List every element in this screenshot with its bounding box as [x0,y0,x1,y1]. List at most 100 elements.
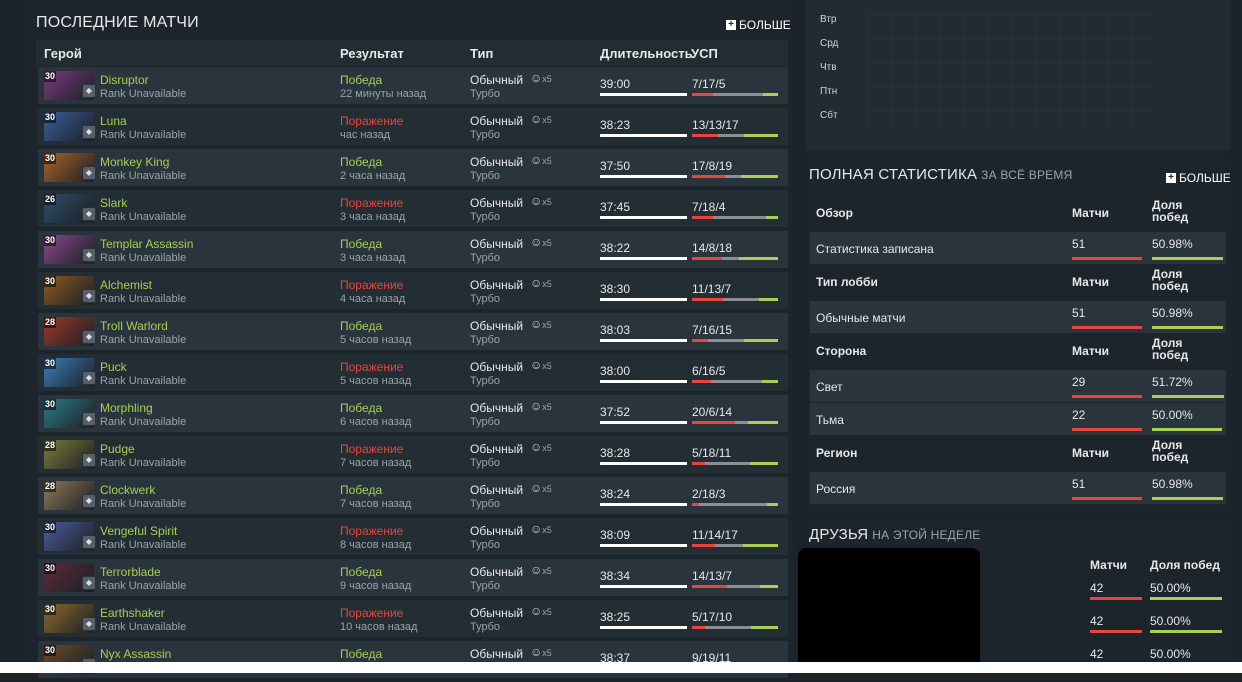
kda-kills-bar [692,462,705,465]
match-row[interactable]: 30 ◆ Earthshaker Rank Unavailable Пораже… [38,600,788,637]
hero-rank: Rank Unavailable [100,293,187,305]
hero-name-link[interactable]: Disruptor [100,73,149,87]
match-result[interactable]: Победа [340,401,382,415]
hero-name-link[interactable]: Clockwerk [100,483,155,497]
hero-name-link[interactable]: Nyx Assassin [100,647,171,661]
game-mode: Турбо [470,621,501,633]
match-result[interactable]: Поражение [340,606,403,620]
hero-name-link[interactable]: Templar Assassin [100,237,193,251]
col-kda[interactable]: УСП [691,46,718,61]
duration-bar [600,544,687,547]
match-row[interactable]: 30 ◆ Alchemist Rank Unavailable Поражени… [38,272,788,309]
match-row[interactable]: 28 ◆ Pudge Rank Unavailable Поражение 7 … [38,436,788,473]
hero-name-link[interactable]: Pudge [100,442,135,456]
hero-rank: Rank Unavailable [100,334,187,346]
hero-name-link[interactable]: Terrorblade [100,565,161,579]
match-result[interactable]: Поражение [340,442,403,456]
match-duration: 38:25 [600,610,631,624]
match-row[interactable]: 26 ◆ Slark Rank Unavailable Поражение 3 … [38,190,788,227]
hero-name-link[interactable]: Troll Warlord [100,319,168,333]
match-row[interactable]: 30 ◆ Luna Rank Unavailable Поражение час… [38,108,788,145]
match-row[interactable]: 30 ◆ Morphling Rank Unavailable Победа 6… [38,395,788,432]
hero-name-link[interactable]: Earthshaker [100,606,165,620]
match-row[interactable]: 30 ◆ Monkey King Rank Unavailable Победа… [38,149,788,186]
match-result[interactable]: Поражение [340,360,403,374]
match-result[interactable]: Поражение [340,278,403,292]
game-mode: Турбо [470,580,501,592]
stats-section-header: Тип лобби Матчи Доля побед [810,265,1226,297]
stats-title: ПОЛНАЯ СТАТИСТИКА ЗА ВСЁ ВРЕМЯ [809,166,1072,183]
role-icon: ◆ [82,84,96,98]
match-row[interactable]: 30 ◆ Disruptor Rank Unavailable Победа 2… [38,67,788,104]
kda-assists-bar [747,421,778,424]
match-result[interactable]: Поражение [340,114,403,128]
day-label: Сбт [820,110,838,121]
kda-assists-bar [743,544,778,547]
party-size: x5 [542,607,552,617]
match-row[interactable]: 30 ◆ Puck Rank Unavailable Поражение 5 ч… [38,354,788,391]
col-duration[interactable]: Длительность [600,46,693,61]
match-row[interactable]: 30 ◆ Vengeful Spirit Rank Unavailable По… [38,518,788,555]
stat-winrate: 50.00% [1152,408,1193,422]
col-winrate: Доля побед [1152,438,1189,464]
kda-bar [692,134,778,137]
kda-bar [692,93,778,96]
hero-name-link[interactable]: Puck [100,360,127,374]
party-icon: ☺x5 [530,71,552,85]
match-result[interactable]: Победа [340,155,382,169]
match-duration: 37:45 [600,200,631,214]
stats-more-button[interactable]: + БОЛЬШЕ [1166,171,1231,185]
kda-assists-bar [763,93,778,96]
match-result[interactable]: Поражение [340,196,403,210]
match-row[interactable]: 28 ◆ Troll Warlord Rank Unavailable Побе… [38,313,788,350]
recent-more-button[interactable]: + БОЛЬШЕ [726,18,791,32]
hero-name-link[interactable]: Vengeful Spirit [100,524,177,538]
hero-name-link[interactable]: Luna [100,114,127,128]
party-icon: ☺x5 [530,153,552,167]
friends-col-matches[interactable]: Матчи [1090,558,1127,572]
match-time-ago: 5 часов назад [340,375,412,387]
match-result[interactable]: Победа [340,565,382,579]
match-kda: 11/13/7 [692,282,732,296]
duration-bar [600,93,687,96]
hero-name-link[interactable]: Alchemist [100,278,152,292]
match-row[interactable]: 30 ◆ Terrorblade Rank Unavailable Победа… [38,559,788,596]
hero-level: 28 [44,317,57,328]
role-icon: ◆ [82,371,96,385]
section-label: Тип лобби [816,275,878,289]
col-result[interactable]: Результат [340,46,404,61]
match-time-ago: 3 часа назад [340,211,406,223]
match-result[interactable]: Победа [340,483,382,497]
match-duration: 38:22 [600,241,631,255]
lobby-type: Обычный [470,524,524,538]
match-result[interactable]: Победа [340,647,382,661]
col-matches: Матчи [1072,344,1110,358]
hero-name-link[interactable]: Morphling [100,401,153,415]
col-hero[interactable]: Герой [44,46,82,61]
hero-rank: Rank Unavailable [100,170,187,182]
hero-level: 30 [44,235,57,246]
activity-calendar: Втр Срд Чтв Птн Сбт [806,0,1230,150]
col-matches: Матчи [1072,206,1110,220]
hero-rank: Rank Unavailable [100,252,187,264]
stat-winrate-bar [1152,395,1224,398]
role-icon: ◆ [82,289,96,303]
party-icon: ☺x5 [530,235,552,249]
col-type[interactable]: Тип [470,46,493,61]
match-duration: 38:30 [600,282,631,296]
section-label: Сторона [816,344,867,358]
match-result[interactable]: Победа [340,237,382,251]
hero-name-link[interactable]: Slark [100,196,127,210]
party-icon: ☺x5 [530,440,552,454]
match-row[interactable]: 28 ◆ Clockwerk Rank Unavailable Победа 7… [38,477,788,514]
lobby-type: Обычный [470,483,524,497]
match-row[interactable]: 30 ◆ Templar Assassin Rank Unavailable П… [38,231,788,268]
col-matches: Матчи [1072,275,1110,289]
match-result[interactable]: Победа [340,73,382,87]
kda-kills-bar [692,134,718,137]
match-result[interactable]: Поражение [340,524,403,538]
hero-name-link[interactable]: Monkey King [100,155,169,169]
hero-rank: Rank Unavailable [100,88,187,100]
friends-col-winrate[interactable]: Доля побед [1150,558,1220,572]
match-result[interactable]: Победа [340,319,382,333]
